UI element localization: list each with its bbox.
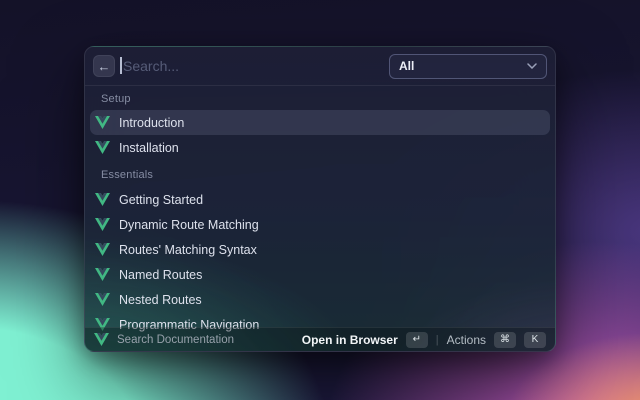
command-key-icon[interactable]: ⌘ (494, 331, 516, 348)
vue-logo-icon (95, 293, 110, 306)
back-button[interactable]: ← (93, 55, 115, 77)
result-item-getting-started[interactable]: Getting Started (90, 187, 550, 212)
result-item-label: Dynamic Route Matching (119, 217, 259, 232)
result-item-label: Nested Routes (119, 292, 202, 307)
vue-logo-icon (95, 268, 110, 281)
results-list: Setup Introduction Installation Essentia… (85, 86, 555, 351)
vue-logo-icon (95, 243, 110, 256)
section-header-essentials: Essentials (101, 169, 154, 181)
text-caret (120, 57, 122, 74)
vue-logo-icon (94, 333, 109, 346)
result-item-named-routes[interactable]: Named Routes (90, 262, 550, 287)
vue-logo-icon (95, 116, 110, 129)
result-item-dynamic-route-matching[interactable]: Dynamic Route Matching (90, 212, 550, 237)
result-item-label: Routes' Matching Syntax (119, 242, 257, 257)
chevron-down-icon (527, 63, 537, 69)
enter-key-icon[interactable]: ↵ (405, 331, 428, 348)
footer-divider: | (435, 333, 439, 346)
result-item-label: Introduction (119, 115, 185, 130)
result-item-installation[interactable]: Installation (90, 135, 550, 160)
open-in-browser-button[interactable]: Open in Browser (302, 333, 398, 347)
result-item-label: Named Routes (119, 267, 203, 282)
result-item-routes-matching-syntax[interactable]: Routes' Matching Syntax (90, 237, 550, 262)
back-arrow-icon: ← (97, 58, 111, 74)
search-palette-window: ← All Setup Introduction (84, 46, 556, 352)
scope-filter-value: All (399, 59, 415, 73)
scope-filter-dropdown[interactable]: All (389, 53, 547, 79)
section-header-setup: Setup (101, 93, 131, 105)
result-item-nested-routes[interactable]: Nested Routes (90, 287, 550, 312)
k-key-icon[interactable]: K (524, 331, 546, 348)
footer-source-label: Search Documentation (117, 333, 234, 346)
actions-button[interactable]: Actions (447, 333, 486, 347)
result-item-introduction[interactable]: Introduction (90, 110, 550, 135)
result-item-label: Installation (119, 140, 179, 155)
search-input[interactable] (115, 58, 389, 74)
vue-logo-icon (95, 218, 110, 231)
search-header: ← All (85, 47, 555, 86)
result-item-label: Getting Started (119, 192, 204, 207)
vue-logo-icon (95, 193, 110, 206)
palette-footer: Search Documentation Open in Browser ↵ |… (85, 327, 555, 351)
vue-logo-icon (95, 141, 110, 154)
